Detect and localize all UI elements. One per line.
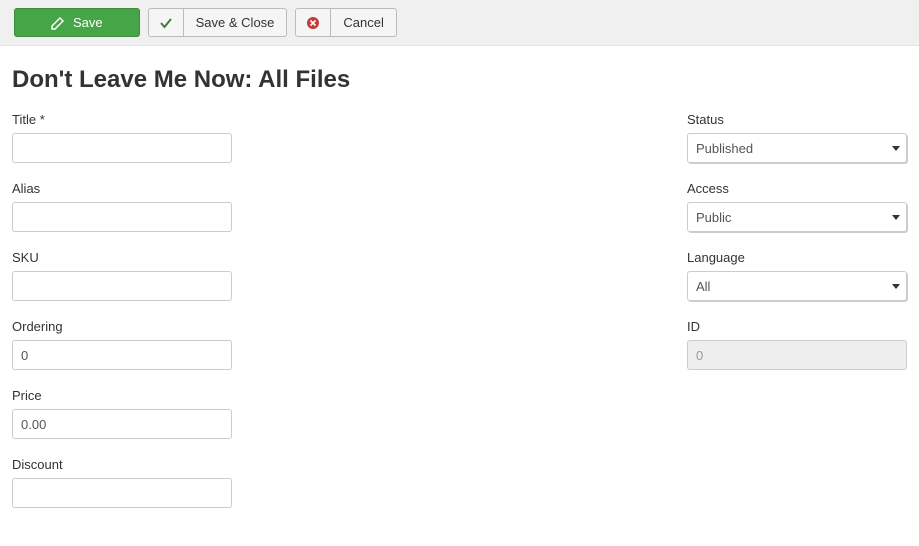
field-language: Language All	[687, 250, 907, 301]
discount-label: Discount	[12, 457, 232, 472]
field-discount: Discount	[12, 457, 232, 508]
ordering-label: Ordering	[12, 319, 232, 334]
field-title: Title *	[12, 112, 232, 163]
price-input[interactable]	[12, 409, 232, 439]
cancel-icon-button[interactable]	[295, 8, 331, 37]
save-close-label: Save & Close	[196, 15, 275, 30]
status-label: Status	[687, 112, 907, 127]
field-ordering: Ordering	[12, 319, 232, 370]
form-left-column: Title * Alias SKU Ordering Price Discoun	[12, 112, 232, 526]
save-button-label: Save	[73, 15, 103, 30]
language-label: Language	[687, 250, 907, 265]
id-input	[687, 340, 907, 370]
cancel-group: Cancel	[295, 8, 396, 37]
alias-label: Alias	[12, 181, 232, 196]
alias-input[interactable]	[12, 202, 232, 232]
form-columns: Title * Alias SKU Ordering Price Discoun	[12, 112, 907, 526]
field-sku: SKU	[12, 250, 232, 301]
toolbar: Save Save & Close Cancel	[0, 0, 919, 46]
form-right-column: Status Published Access Public Language …	[687, 112, 907, 526]
content: Don't Leave Me Now: All Files Title * Al…	[0, 46, 919, 546]
field-status: Status Published	[687, 112, 907, 163]
save-button[interactable]: Save	[14, 8, 140, 37]
language-select[interactable]: All	[687, 271, 907, 301]
field-access: Access Public	[687, 181, 907, 232]
ordering-input[interactable]	[12, 340, 232, 370]
save-close-icon-button[interactable]	[148, 8, 184, 37]
page-title: Don't Leave Me Now: All Files	[12, 66, 907, 94]
price-label: Price	[12, 388, 232, 403]
save-close-group: Save & Close	[148, 8, 288, 37]
cancel-button[interactable]: Cancel	[331, 8, 396, 37]
field-id: ID	[687, 319, 907, 370]
check-icon	[159, 16, 173, 30]
access-select[interactable]: Public	[687, 202, 907, 232]
title-input[interactable]	[12, 133, 232, 163]
sku-label: SKU	[12, 250, 232, 265]
pencil-icon	[51, 16, 65, 30]
status-select[interactable]: Published	[687, 133, 907, 163]
field-price: Price	[12, 388, 232, 439]
sku-input[interactable]	[12, 271, 232, 301]
save-close-button[interactable]: Save & Close	[184, 8, 288, 37]
access-label: Access	[687, 181, 907, 196]
title-label: Title *	[12, 112, 232, 127]
close-icon	[306, 16, 320, 30]
field-alias: Alias	[12, 181, 232, 232]
id-label: ID	[687, 319, 907, 334]
discount-input[interactable]	[12, 478, 232, 508]
cancel-label: Cancel	[343, 15, 383, 30]
